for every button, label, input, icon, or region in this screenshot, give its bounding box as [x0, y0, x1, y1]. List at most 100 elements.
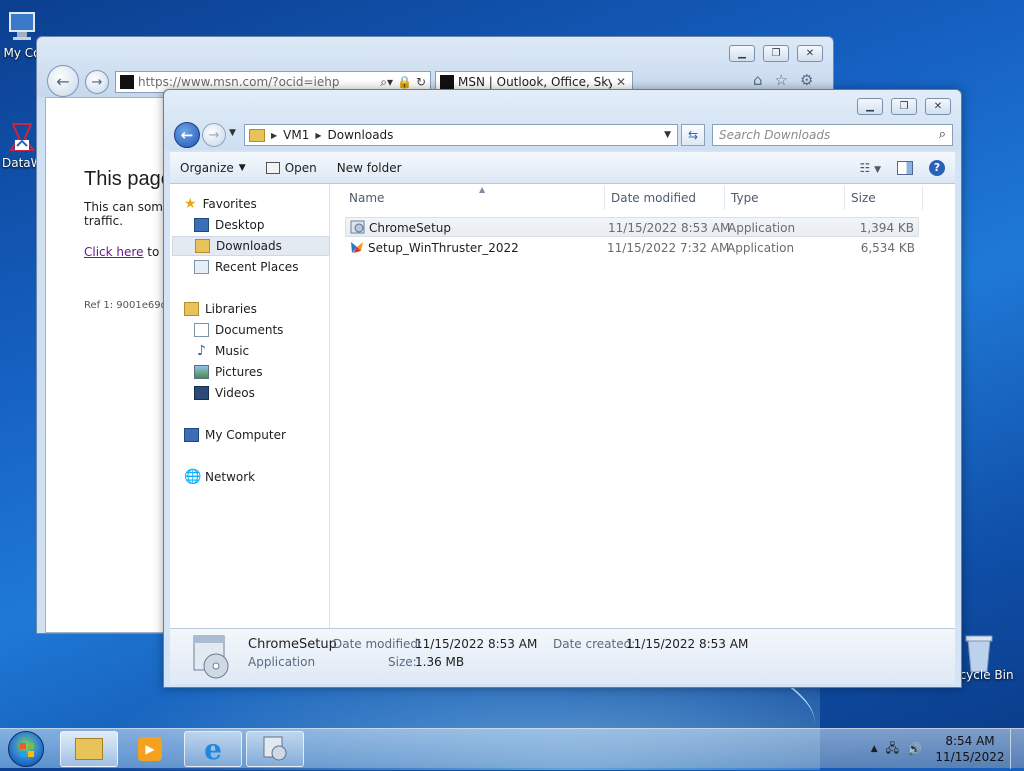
nav-item-my-computer[interactable]: My Computer	[184, 425, 342, 445]
minimize-button[interactable]: ▁	[857, 98, 883, 115]
open-app-icon	[265, 161, 280, 174]
column-header-size[interactable]: Size	[845, 186, 923, 210]
nav-item-downloads[interactable]: Downloads	[172, 236, 330, 256]
details-date-modified: 11/15/2022 8:53 AM	[415, 637, 538, 651]
nav-item-libraries[interactable]: Libraries	[184, 299, 342, 319]
clock[interactable]: 8:54 AM 11/15/2022	[930, 733, 1010, 765]
search-icon[interactable]: ⌕▾	[380, 75, 393, 90]
view-options-button[interactable]: ☷ ▼	[859, 161, 881, 175]
tab-close-icon[interactable]: ✕	[616, 75, 632, 89]
file-type: Application	[727, 241, 795, 255]
installer-icon	[261, 734, 289, 765]
nav-item-videos[interactable]: Videos	[194, 383, 328, 403]
folder-icon	[249, 128, 265, 142]
network-status-icon[interactable]: 🖧	[886, 739, 899, 760]
new-folder-button[interactable]: New folder	[327, 152, 412, 183]
breadcrumb-item-downloads[interactable]: Downloads	[328, 128, 394, 142]
recent-pages-dropdown[interactable]: ▼	[229, 128, 236, 138]
breadcrumb-separator-icon[interactable]: ▶	[271, 131, 277, 140]
nav-item-pictures[interactable]: Pictures	[194, 362, 328, 382]
favorites-star-icon[interactable]: ☆	[775, 71, 788, 89]
nav-item-music[interactable]: ♪ Music	[194, 341, 328, 361]
documents-icon	[194, 323, 209, 337]
ie-ref-text: Ref 1: 9001e69d	[84, 300, 167, 311]
preview-pane-icon[interactable]	[897, 160, 913, 175]
show-hidden-icons-icon[interactable]: ▲	[871, 744, 878, 754]
home-icon[interactable]: ⌂	[753, 71, 763, 89]
details-date-created-label: Date created:	[553, 637, 636, 651]
file-row[interactable]: ChromeSetup 11/15/2022 8:53 AM Applicati…	[345, 217, 919, 237]
minimize-icon: ▁	[738, 48, 746, 59]
column-header-name[interactable]: Name ▲	[343, 185, 605, 210]
organize-button[interactable]: Organize ▼	[170, 152, 256, 183]
nav-item-desktop[interactable]: Desktop	[194, 215, 328, 235]
downloads-folder-icon	[195, 239, 210, 253]
close-button[interactable]: ✕	[797, 45, 823, 62]
search-icon[interactable]: ⌕	[939, 127, 946, 142]
column-header-date-modified[interactable]: Date modified	[605, 186, 725, 210]
ie-page-text: This can some traffic.	[84, 200, 171, 228]
lock-icon: 🔒	[396, 75, 412, 89]
refresh-icon[interactable]: ↻	[416, 75, 430, 89]
recent-places-icon	[194, 260, 209, 274]
file-list[interactable]: Name ▲ Date modified Type Size ChromeSetu…	[331, 184, 955, 628]
details-size: 1.36 MB	[415, 655, 465, 669]
navigation-pane[interactable]: ★ Favorites Desktop Downloads Recent Plac…	[170, 184, 330, 628]
taskbar-explorer-button[interactable]	[60, 731, 118, 767]
show-desktop-button[interactable]	[1010, 729, 1024, 769]
new-folder-label: New folder	[336, 160, 402, 175]
volume-icon[interactable]: 🔊	[907, 742, 922, 756]
nav-label: Documents	[215, 323, 284, 337]
forward-button[interactable]: →	[202, 123, 226, 147]
file-row[interactable]: Setup_WinThruster_2022 11/15/2022 7:32 A…	[345, 238, 919, 258]
recycle-bin-icon	[962, 632, 996, 673]
nav-item-network[interactable]: 🌐 Network	[184, 467, 342, 487]
file-type: Application	[728, 221, 796, 235]
minimize-button[interactable]: ▁	[729, 45, 755, 62]
close-button[interactable]: ✕	[925, 98, 951, 115]
tools-gear-icon[interactable]: ⚙	[800, 71, 813, 89]
taskbar-ie-button[interactable]: e	[184, 731, 242, 767]
breadcrumb-item-vm1[interactable]: VM1	[283, 128, 309, 142]
search-input[interactable]: Search Downloads ⌕	[712, 124, 953, 146]
taskbar: ▶ e ▲ 🖧 🔊 8:54 AM 11/15/2022	[0, 728, 1024, 769]
explorer-window[interactable]: ▁ ❐ ✕ ← → ▼ ▶ VM1 ▶ Downloads ▼ ⇆ Search…	[163, 89, 962, 688]
taskbar-media-player-button[interactable]: ▶	[122, 731, 178, 767]
chevron-down-icon[interactable]: ▼	[664, 130, 671, 140]
winthruster-file-icon	[349, 239, 365, 258]
close-icon: ✕	[805, 48, 815, 59]
ie-titlebar[interactable]: ▁ ❐ ✕ ← → https://www.msn.com/?ocid=iehp…	[37, 37, 833, 97]
ie-back-button[interactable]: ←	[47, 65, 79, 97]
taskbar-installer-button[interactable]	[246, 731, 304, 767]
nav-item-favorites[interactable]: ★ Favorites	[184, 194, 342, 214]
file-name: ChromeSetup	[369, 221, 451, 235]
command-bar: Organize ▼ Open New folder ☷ ▼ ?	[170, 152, 955, 184]
breadcrumb-separator-icon[interactable]: ▶	[315, 131, 321, 140]
explorer-titlebar[interactable]: ▁ ❐ ✕ ← → ▼ ▶ VM1 ▶ Downloads ▼ ⇆ Search…	[164, 90, 961, 150]
chevron-down-icon: ▼	[238, 162, 246, 173]
ie-forward-button[interactable]: →	[85, 70, 109, 94]
file-name: Setup_WinThruster_2022	[368, 241, 519, 255]
nav-label: Pictures	[215, 365, 263, 379]
maximize-button[interactable]: ❐	[891, 98, 917, 115]
close-icon: ✕	[933, 101, 943, 112]
ie-click-here-link[interactable]: Click here	[84, 245, 143, 259]
star-icon: ★	[184, 196, 197, 212]
details-file-type: Application	[248, 655, 316, 669]
help-icon[interactable]: ?	[929, 159, 945, 176]
nav-item-documents[interactable]: Documents	[194, 320, 328, 340]
windows-logo-icon	[20, 743, 34, 757]
file-date: 11/15/2022 8:53 AM	[608, 221, 731, 235]
column-header-type[interactable]: Type	[725, 186, 845, 210]
refresh-button[interactable]: ⇆	[681, 124, 705, 146]
open-button[interactable]: Open	[256, 152, 327, 183]
nav-item-recent-places[interactable]: Recent Places	[194, 257, 328, 277]
back-button[interactable]: ←	[174, 122, 200, 148]
start-button[interactable]	[8, 731, 44, 767]
msn-favicon	[440, 75, 454, 89]
view-list-icon: ☷	[859, 160, 871, 175]
maximize-button[interactable]: ❐	[763, 45, 789, 62]
internet-explorer-icon: e	[204, 732, 222, 766]
system-tray: ▲ 🖧 🔊 8:54 AM 11/15/2022	[871, 729, 1024, 769]
breadcrumb[interactable]: ▶ VM1 ▶ Downloads ▼	[244, 124, 678, 146]
